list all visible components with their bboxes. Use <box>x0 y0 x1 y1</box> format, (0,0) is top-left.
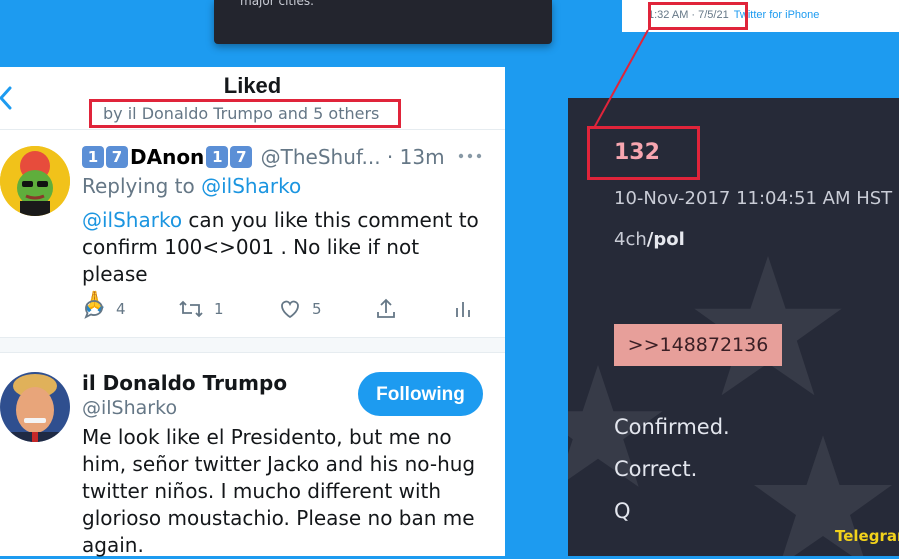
avatar[interactable] <box>0 146 70 216</box>
tweet2-body: Me look like el Presidento, but me no hi… <box>82 425 476 557</box>
post-line-2: Correct. <box>614 457 698 481</box>
time-highlight-box <box>648 2 748 30</box>
tweet2-handle[interactable]: @ilSharko <box>82 397 177 419</box>
keycap-1-icon: 1 <box>206 146 229 168</box>
post-line-1: Confirmed. <box>614 415 730 439</box>
following-button[interactable]: Following <box>358 372 483 416</box>
reply-icon <box>84 300 103 319</box>
post-line-3: Q <box>614 499 631 523</box>
reply-link[interactable]: >>148872136 <box>614 324 782 366</box>
post-number: 132 <box>614 140 660 165</box>
avatar[interactable] <box>0 372 70 442</box>
board-prefix: 4ch <box>614 229 647 250</box>
tweet2-display-name[interactable]: il Donaldo Trumpo <box>82 371 287 395</box>
replying-to: Replying to @ilSharko <box>82 174 301 198</box>
keycap-7-icon: 7 <box>106 146 128 168</box>
board-name: /pol <box>646 229 685 250</box>
retweet-action[interactable]: 1 <box>178 297 224 321</box>
reply-action[interactable]: 4 <box>82 297 126 321</box>
heart-icon <box>281 300 299 319</box>
keycap-1-icon: 1 <box>82 146 104 168</box>
analytics-action[interactable] <box>452 297 474 321</box>
like-action[interactable]: 5 <box>278 297 322 321</box>
tweet1-header: 1 7 DAnon 1 7 @TheShuf... · 13m <box>82 145 445 169</box>
liked-by-text[interactable]: by il Donaldo Trumpo and 5 others <box>103 104 379 123</box>
gap-separator <box>0 338 505 352</box>
page-title: Liked <box>223 73 282 98</box>
analytics-icon <box>456 302 470 317</box>
tweet1-display-name[interactable]: DAnon <box>130 145 204 169</box>
watermark: Telegram <box>835 527 899 545</box>
post-date: 10-Nov-2017 11:04:51 AM HST <box>614 188 893 209</box>
snippet-text: major cities. <box>240 0 314 8</box>
trump-avatar-icon <box>0 372 70 442</box>
tweet1-actions: 4 1 5 <box>82 297 482 325</box>
header-divider <box>0 129 505 130</box>
share-action[interactable] <box>374 297 398 321</box>
more-options-icon[interactable] <box>458 152 482 160</box>
tweet-divider <box>0 352 505 353</box>
pepe-avatar-icon <box>0 146 70 216</box>
retweet-icon <box>179 300 203 318</box>
like-count: 5 <box>312 300 322 318</box>
reply-count: 4 <box>116 300 126 318</box>
keycap-7-icon: 7 <box>230 146 253 168</box>
replying-handle-link[interactable]: @ilSharko <box>201 174 301 198</box>
dark-snippet-card: major cities. <box>214 0 552 44</box>
tweet1-handle-time[interactable]: @TheShuf... · 13m <box>261 145 445 169</box>
replying-prefix: Replying to <box>82 174 202 198</box>
post-board: 4ch/pol <box>614 229 685 250</box>
share-icon <box>377 298 395 318</box>
retweet-count: 1 <box>214 300 224 318</box>
body-mention-link[interactable]: @ilSharko <box>82 208 182 232</box>
